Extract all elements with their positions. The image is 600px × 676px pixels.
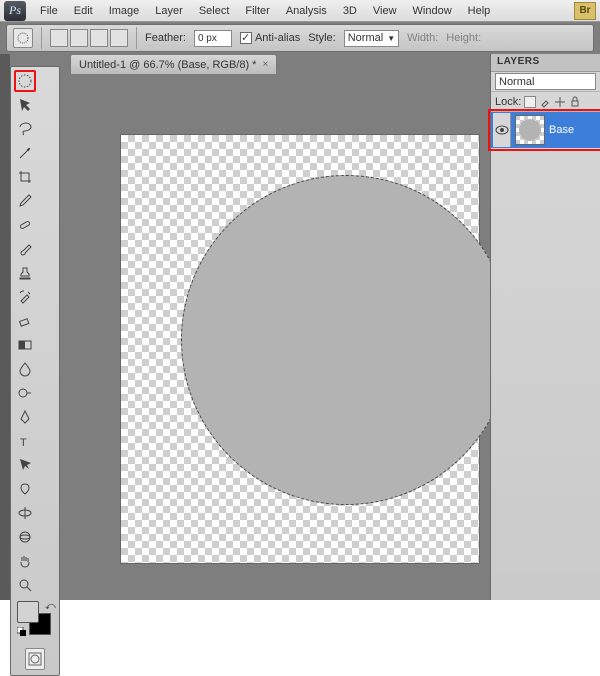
intersect-selection-icon[interactable] [110,29,128,47]
default-colors-icon[interactable] [17,627,27,637]
height-label: Height: [446,32,481,44]
shape-tool[interactable] [14,478,36,500]
lasso-tool[interactable] [14,118,36,140]
canvas-area [70,74,480,600]
menu-3d[interactable]: 3D [335,0,365,22]
document-canvas[interactable] [120,134,480,564]
workspace: Untitled-1 @ 66.7% (Base, RGB/8) * × T ⤺ [0,54,600,600]
layer-thumbnail[interactable] [515,115,545,145]
dodge-tool[interactable] [14,382,36,404]
add-selection-icon[interactable] [70,29,88,47]
tool-preset-icon[interactable] [13,28,33,48]
check-icon [240,32,252,44]
zoom-tool[interactable] [14,574,36,596]
lock-brush-icon[interactable] [539,96,551,108]
gradient-tool[interactable] [14,334,36,356]
menu-help[interactable]: Help [460,0,499,22]
swap-colors-icon[interactable]: ⤺ [45,601,56,612]
stamp-tool[interactable] [14,262,36,284]
foreground-color-swatch[interactable] [17,601,39,623]
blur-tool[interactable] [14,358,36,380]
eraser-tool[interactable] [14,310,36,332]
quick-mask-button[interactable] [25,648,45,670]
healing-tool[interactable] [14,214,36,236]
elliptical-marquee-tool[interactable] [14,70,36,92]
style-label: Style: [308,32,336,44]
menu-analysis[interactable]: Analysis [278,0,335,22]
lock-move-icon[interactable] [554,96,566,108]
path-select-tool[interactable] [14,454,36,476]
layer-name[interactable]: Base [549,124,598,136]
move-tool[interactable] [14,94,36,116]
document-tab[interactable]: Untitled-1 @ 66.7% (Base, RGB/8) * × [70,54,277,74]
eyedropper-tool[interactable] [14,190,36,212]
color-swatches[interactable]: ⤺ [15,601,57,643]
bridge-button[interactable]: Br [574,2,596,20]
blend-mode-row: Normal [491,72,600,92]
layer-row-base[interactable]: Base [491,112,600,148]
brush-tool[interactable] [14,238,36,260]
layers-panel-tab[interactable]: LAYERS [491,54,600,72]
lock-row: Lock: [491,92,600,112]
subtract-selection-icon[interactable] [90,29,108,47]
ellipse-selection [181,175,511,505]
new-selection-icon[interactable] [50,29,68,47]
svg-text:T: T [20,437,27,449]
type-tool[interactable]: T [14,430,36,452]
menu-window[interactable]: Window [405,0,460,22]
3d-orbit-tool[interactable] [14,526,36,548]
blend-mode-select[interactable]: Normal [495,73,596,90]
menu-select[interactable]: Select [191,0,238,22]
options-bar: Feather: Anti-alias Style: Normal ▼ Widt… [0,22,600,54]
menu-view[interactable]: View [365,0,405,22]
lock-all-icon[interactable] [569,96,581,108]
lock-transparency-icon[interactable] [524,96,536,108]
menu-edit[interactable]: Edit [66,0,101,22]
antialias-checkbox[interactable]: Anti-alias [240,32,300,44]
app-logo: Ps [4,1,26,21]
chevron-down-icon: ▼ [387,34,395,43]
selection-mode-group[interactable] [50,29,128,47]
visibility-icon[interactable] [493,113,511,147]
pen-tool[interactable] [14,406,36,428]
feather-input[interactable] [194,30,232,47]
panels-dock: LAYERS Normal Lock: Base [490,54,600,600]
history-brush-tool[interactable] [14,286,36,308]
menubar: Ps File Edit Image Layer Select Filter A… [0,0,600,22]
magic-wand-tool[interactable] [14,142,36,164]
width-label: Width: [407,32,438,44]
toolbox: T ⤺ [10,66,60,676]
3d-rotate-tool[interactable] [14,502,36,524]
dock-edge [0,54,10,600]
menu-filter[interactable]: Filter [237,0,277,22]
hand-tool[interactable] [14,550,36,572]
close-icon[interactable]: × [262,59,268,70]
menu-layer[interactable]: Layer [147,0,191,22]
style-select[interactable]: Normal ▼ [344,30,399,47]
menu-file[interactable]: File [32,0,66,22]
crop-tool[interactable] [14,166,36,188]
menu-image[interactable]: Image [101,0,148,22]
feather-label: Feather: [145,32,186,44]
